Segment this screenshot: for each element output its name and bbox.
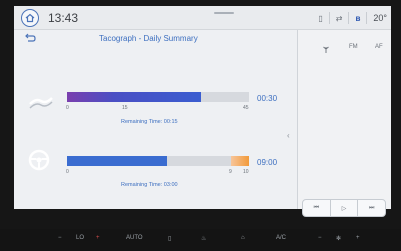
antenna-icon <box>323 46 329 53</box>
remaining-time-label: Remaining Time: 00:15 <box>121 119 178 125</box>
auto-mode-button[interactable]: AUTO <box>126 235 143 241</box>
tab-af[interactable]: AF <box>375 44 383 50</box>
home-button[interactable] <box>21 9 39 27</box>
climate-bar: − LO + AUTO ▯ ♨ ⌂ A/C − ✻ + <box>0 229 401 251</box>
defrost-icon[interactable]: ⌂ <box>241 235 245 241</box>
divider <box>348 12 350 24</box>
outside-temperature: 20° <box>373 13 387 23</box>
tick-label: 45 <box>243 105 249 111</box>
back-icon[interactable] <box>24 33 36 43</box>
media-controls: ⏮ ▷ ⏭ <box>302 199 386 217</box>
rear-defrost-icon[interactable]: ▯ <box>168 235 171 242</box>
home-icon <box>25 13 35 23</box>
next-icon: ⏭ <box>368 204 375 211</box>
radio-panel: FM AF <box>297 30 391 209</box>
tick-label: 9 <box>229 169 232 175</box>
status-icons: ▯ ⇄ ʙ 20° <box>318 10 387 26</box>
infotainment-screen: 13:43 ▯ ⇄ ʙ 20° Tacograph - Daily Summar… <box>14 6 391 209</box>
divider <box>328 12 330 24</box>
tab-fm[interactable]: FM <box>349 44 358 50</box>
seat-heater-icon[interactable]: ♨ <box>201 235 206 242</box>
ac-button[interactable]: A/C <box>276 235 286 241</box>
driving-time-bar <box>67 92 249 102</box>
status-bar: 13:43 ▯ ⇄ ʙ 20° <box>14 6 391 30</box>
left-temperature: LO <box>76 235 85 241</box>
next-button[interactable]: ⏭ <box>358 200 385 216</box>
warning-zone <box>231 156 249 166</box>
device-frame: 13:43 ▯ ⇄ ʙ 20° Tacograph - Daily Summar… <box>0 0 401 251</box>
play-icon: ▷ <box>341 205 347 212</box>
tick-label: 15 <box>122 105 128 111</box>
tick-label: 0 <box>66 105 69 111</box>
steering-wheel-icon <box>28 149 50 171</box>
work-time-fill <box>67 156 167 166</box>
clock: 13:43 <box>48 11 79 25</box>
temp-up-button[interactable]: + <box>96 235 100 241</box>
tick-label: 10 <box>243 169 249 175</box>
temp-down-button[interactable]: − <box>58 235 62 241</box>
signal-icon: ▯ <box>318 13 323 23</box>
fan-down-button[interactable]: − <box>318 235 322 241</box>
fan-up-button[interactable]: + <box>356 235 360 241</box>
driving-time-fill <box>67 92 201 102</box>
fan-icon[interactable]: ✻ <box>336 235 341 242</box>
divider <box>366 12 368 24</box>
work-time-bar <box>67 156 249 166</box>
driving-time-value: 00:30 <box>257 94 278 103</box>
work-time-value: 09:00 <box>257 158 278 167</box>
tick-label: 0 <box>66 169 69 175</box>
previous-button[interactable]: ⏮ <box>303 200 331 216</box>
pull-down-handle[interactable] <box>214 12 234 14</box>
road-icon <box>29 97 53 109</box>
play-button[interactable]: ▷ <box>331 200 359 216</box>
bluetooth-icon: ʙ <box>355 13 361 23</box>
page-title: Tacograph - Daily Summary <box>99 34 198 43</box>
network-icon: ⇄ <box>335 13 343 23</box>
collapse-panel-icon[interactable]: ‹ <box>287 131 290 140</box>
remaining-time-label: Remaining Time: 03:00 <box>121 182 178 188</box>
prev-icon: ⏮ <box>313 204 320 211</box>
